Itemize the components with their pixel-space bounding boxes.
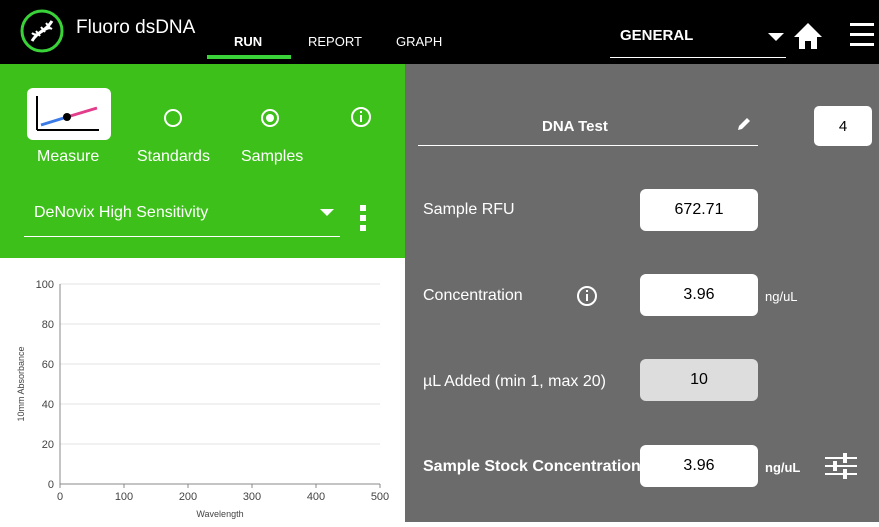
protocol-select-underline <box>610 57 786 58</box>
ul-added-field[interactable]: 10 <box>640 359 758 401</box>
top-bar: Fluoro dsDNA RUN REPORT GRAPH GENERAL <box>0 0 879 64</box>
x-tick-label: 0 <box>57 491 63 503</box>
chart-svg: 0 20 40 60 80 100 0 100 200 300 400 500 Wavelength 10… <box>16 279 389 519</box>
mode-label-measure[interactable]: Measure <box>37 148 99 166</box>
info-icon[interactable] <box>576 285 598 307</box>
measure-mode-button[interactable] <box>27 88 111 140</box>
x-axis-label: Wavelength <box>196 509 243 519</box>
y-tick-label: 80 <box>42 319 54 331</box>
radio-selected-dot <box>266 114 274 122</box>
y-tick-label: 20 <box>42 439 54 451</box>
test-name-underline <box>418 145 758 146</box>
tab-report[interactable]: REPORT <box>308 34 362 49</box>
sample-number-field[interactable]: 4 <box>814 106 872 146</box>
sliders-icon[interactable] <box>825 452 857 480</box>
chevron-down-icon[interactable] <box>768 33 784 41</box>
mode-label-standards[interactable]: Standards <box>137 148 210 166</box>
stock-concentration-field: 3.96 <box>640 445 758 487</box>
y-axis-label: 10mm Absorbance <box>16 346 26 421</box>
sample-rfu-field: 672.71 <box>640 189 758 231</box>
stock-concentration-unit: ng/uL <box>765 460 801 475</box>
absorbance-chart: 0 20 40 60 80 100 0 100 200 300 400 500 Wavelength 10… <box>0 258 405 522</box>
x-tick-label: 400 <box>307 491 325 503</box>
x-tick-label: 300 <box>243 491 261 503</box>
test-name[interactable]: DNA Test <box>542 118 608 135</box>
home-icon[interactable] <box>793 22 823 50</box>
x-tick-label: 500 <box>371 491 389 503</box>
assay-select[interactable]: DeNovix High Sensitivity <box>34 204 208 222</box>
protocol-select[interactable]: GENERAL <box>620 27 693 44</box>
chevron-down-icon[interactable] <box>320 209 334 216</box>
y-tick-label: 60 <box>42 359 54 371</box>
app-title: Fluoro dsDNA <box>76 17 196 38</box>
samples-radio[interactable] <box>261 109 279 127</box>
more-options-icon[interactable] <box>360 205 366 233</box>
tab-run[interactable]: RUN <box>234 34 262 49</box>
y-tick-label: 100 <box>36 279 54 291</box>
y-tick-label: 0 <box>48 479 54 491</box>
active-tab-indicator <box>207 55 291 59</box>
tab-graph[interactable]: GRAPH <box>396 34 442 49</box>
concentration-unit: ng/uL <box>765 289 798 304</box>
edit-icon[interactable] <box>736 116 752 132</box>
menu-icon[interactable] <box>850 21 874 49</box>
chart-line-icon <box>36 96 99 131</box>
concentration-field: 3.96 <box>640 274 758 316</box>
info-icon[interactable] <box>350 106 372 128</box>
mode-label-samples[interactable]: Samples <box>241 148 303 166</box>
x-tick-label: 200 <box>179 491 197 503</box>
sample-rfu-label: Sample RFU <box>423 201 515 218</box>
assay-select-underline <box>24 236 340 237</box>
dna-logo-icon <box>20 9 64 53</box>
concentration-label: Concentration <box>423 287 523 304</box>
y-tick-label: 40 <box>42 399 54 411</box>
stock-concentration-label: Sample Stock Concentration <box>423 458 641 475</box>
standards-radio[interactable] <box>164 109 182 127</box>
ul-added-label: µL Added (min 1, max 20) <box>423 373 606 390</box>
x-tick-label: 100 <box>115 491 133 503</box>
